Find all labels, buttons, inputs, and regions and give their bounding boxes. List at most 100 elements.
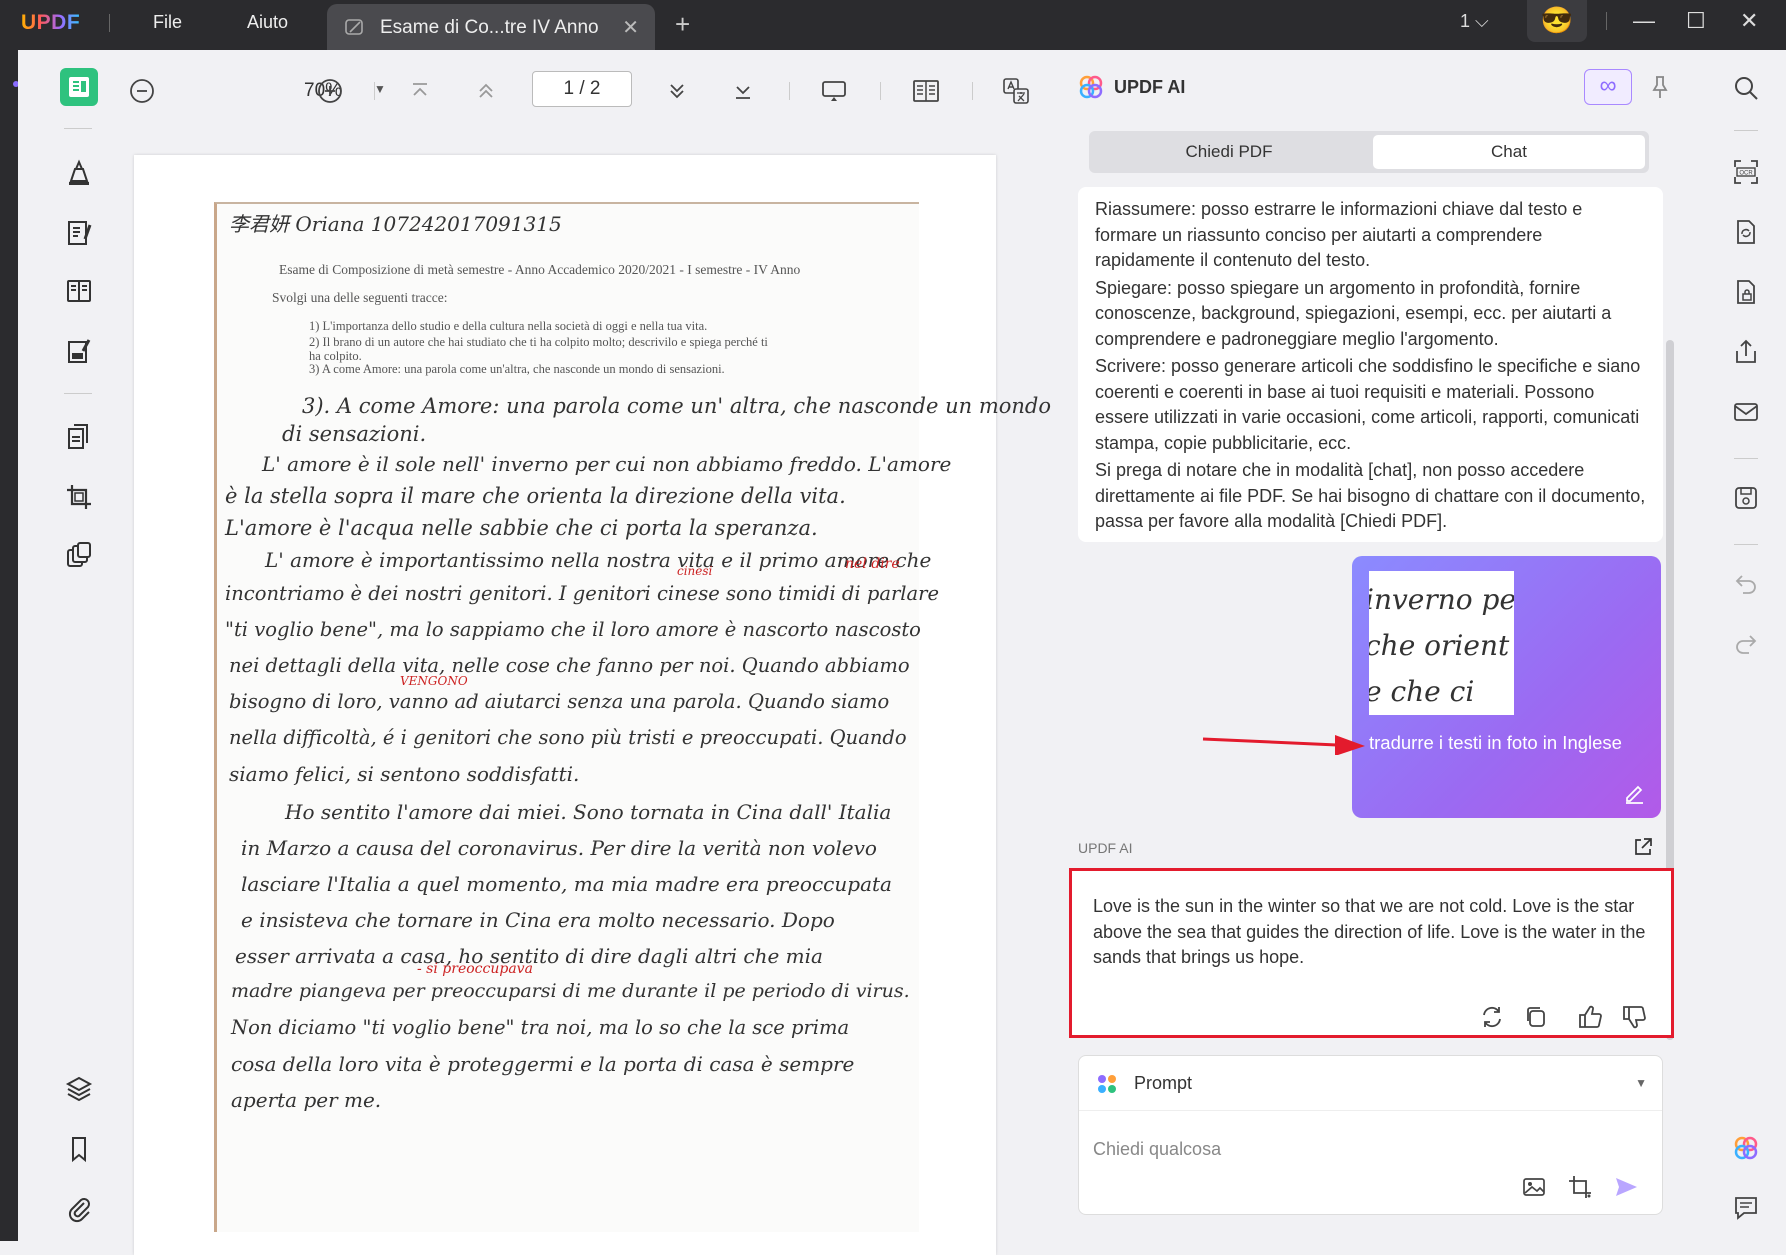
ai-message-paragraph: Spiegare: posso spiegare un argomento in… xyxy=(1095,277,1612,349)
last-page-button[interactable] xyxy=(729,77,757,105)
edit-message-icon[interactable] xyxy=(1623,782,1645,804)
tab-chiedi-pdf[interactable]: Chiedi PDF xyxy=(1093,135,1365,169)
document-viewer[interactable]: 李君妍 Oriana 107242017091315 Esame di Comp… xyxy=(104,130,1056,1255)
paperclip-icon xyxy=(68,1198,90,1223)
batch-button[interactable] xyxy=(60,536,98,574)
page-organize-button[interactable] xyxy=(60,272,98,310)
add-tab-button[interactable]: + xyxy=(675,9,690,40)
two-page-view-icon xyxy=(913,80,939,102)
chat-input[interactable] xyxy=(1093,1134,1573,1164)
page-number-input[interactable]: 1 / 2 xyxy=(532,71,632,107)
previous-page-button[interactable] xyxy=(472,77,500,105)
tab-close-icon[interactable]: ✕ xyxy=(622,15,639,40)
crop-button[interactable] xyxy=(60,478,98,516)
zoom-dropdown-icon[interactable]: ▼ xyxy=(374,82,386,96)
maximize-button[interactable]: ☐ xyxy=(1686,8,1706,34)
handwriting-line: bisogno di loro, vanno ad aiutarci senza… xyxy=(229,690,890,713)
convert-button[interactable] xyxy=(60,418,98,456)
edit-pdf-button[interactable] xyxy=(60,214,98,252)
thumbs-down-icon[interactable] xyxy=(1620,1003,1648,1031)
next-page-button[interactable] xyxy=(663,77,691,105)
save-icon[interactable] xyxy=(1732,484,1760,512)
reader-mode-button[interactable] xyxy=(60,68,98,106)
share-icon[interactable] xyxy=(1732,338,1760,366)
presentation-icon xyxy=(822,81,846,101)
red-arrow-annotation xyxy=(1202,735,1365,755)
handwriting-line: aperta per me. xyxy=(231,1088,382,1112)
attachment-button[interactable] xyxy=(60,1190,98,1228)
right-toolbar-separator xyxy=(1734,544,1758,545)
handwriting-line: di sensazioni. xyxy=(282,422,427,446)
zoom-out-icon xyxy=(130,79,154,103)
minimize-button[interactable]: — xyxy=(1633,8,1655,34)
menu-help[interactable]: Aiuto xyxy=(247,12,288,33)
ai-translation-answer: Love is the sun in the winter so that we… xyxy=(1069,868,1674,1038)
title-bar: UPDF File Aiuto Esame di Co...tre IV Ann… xyxy=(0,0,1786,50)
regenerate-icon[interactable] xyxy=(1478,1003,1506,1031)
handwriting-line: L' amore è il sole nell' inverno per cui… xyxy=(262,452,952,476)
crop-icon xyxy=(67,485,91,509)
ocr-icon[interactable]: OCR xyxy=(1732,158,1760,186)
zoom-out-button[interactable] xyxy=(128,77,156,105)
handwriting-line: e insisteva che tornare in Cina era molt… xyxy=(241,908,835,932)
right-toolbar-separator xyxy=(1734,130,1758,131)
translate-button[interactable] xyxy=(1002,77,1030,105)
layers-copy-icon xyxy=(67,542,91,567)
scanned-page-image: 李君妍 Oriana 107242017091315 Esame di Comp… xyxy=(214,202,1051,1232)
layers-button[interactable] xyxy=(60,1070,98,1108)
page-display-button[interactable] xyxy=(912,77,940,105)
exam-instruction: Svolgi una delle seguenti tracce: xyxy=(272,290,448,305)
handwriting-line: Non diciamo "ti voglio bene" tra noi, ma… xyxy=(231,1016,850,1039)
trace-line: 3) A come Amore: una parola come un'altr… xyxy=(309,362,725,376)
comment-list-icon[interactable] xyxy=(1732,1194,1760,1222)
bookmark-button[interactable] xyxy=(60,1130,98,1168)
left-toolbar-separator xyxy=(64,393,92,394)
protect-pdf-icon[interactable] xyxy=(1732,278,1760,306)
thumbs-up-icon[interactable] xyxy=(1576,1003,1604,1031)
handwriting-line: madre piangeva per preoccuparsi di me du… xyxy=(231,980,910,1002)
redo-icon[interactable] xyxy=(1732,630,1760,658)
unlimited-plan-button[interactable]: ∞ xyxy=(1584,69,1632,105)
reader-icon xyxy=(69,77,89,97)
copy-icon[interactable] xyxy=(1522,1003,1550,1031)
first-page-button[interactable] xyxy=(406,77,434,105)
convert-pdf-icon[interactable] xyxy=(1732,218,1760,246)
prompt-composer: Prompt ▼ xyxy=(1078,1055,1663,1215)
slideshow-button[interactable] xyxy=(820,77,848,105)
chevron-down-icon[interactable]: ▼ xyxy=(1635,1076,1647,1090)
updf-logo: UPDF xyxy=(21,11,81,34)
window-count-dropdown[interactable]: 1 ⌵ xyxy=(1460,11,1489,32)
zoom-in-button[interactable] xyxy=(316,77,344,105)
answer-text: Love is the sun in the winter so that we… xyxy=(1093,896,1646,967)
document-tab[interactable]: Esame di Co...tre IV Anno ✕ xyxy=(327,4,655,50)
open-external-icon[interactable] xyxy=(1632,836,1654,858)
form-tool-button[interactable] xyxy=(60,332,98,370)
user-image-thumbnail[interactable]: inverno per che orient e che ci xyxy=(1369,571,1514,715)
menu-file[interactable]: File xyxy=(153,12,182,33)
translate-icon xyxy=(1003,78,1029,104)
title-separator xyxy=(109,14,110,32)
handwriting-line: L' amore è importantissimo nella nostra … xyxy=(265,548,932,572)
search-icon[interactable] xyxy=(1732,74,1760,102)
tab-chat[interactable]: Chat xyxy=(1373,135,1645,169)
screenshot-crop-icon[interactable] xyxy=(1567,1174,1593,1200)
document-toolbar: 70% ▼ 1 / 2 xyxy=(104,50,1056,130)
image-upload-icon[interactable] xyxy=(1521,1174,1547,1200)
pin-icon[interactable] xyxy=(1650,75,1670,99)
send-icon[interactable] xyxy=(1613,1174,1639,1200)
updf-ai-icon[interactable] xyxy=(1732,1134,1760,1162)
handwriting-line: in Marzo a causa del coronavirus. Per di… xyxy=(241,836,877,860)
user-avatar[interactable]: 😎 xyxy=(1527,0,1587,42)
zoom-in-icon xyxy=(318,79,342,103)
email-icon[interactable] xyxy=(1732,398,1760,426)
thumbnail-text-line: e che ci xyxy=(1369,675,1475,708)
toolbar-separator xyxy=(880,82,881,100)
toolbar-separator xyxy=(972,82,973,100)
thumbnail-text-line: inverno per xyxy=(1369,583,1514,616)
undo-icon[interactable] xyxy=(1732,570,1760,598)
trace-line: 2) Il brano di un autore che hai studiat… xyxy=(309,335,768,349)
prompt-selector[interactable]: Prompt ▼ xyxy=(1079,1056,1662,1111)
close-window-button[interactable]: ✕ xyxy=(1740,8,1758,34)
comment-tool-button[interactable] xyxy=(60,154,98,192)
ai-message-paragraph: Si prega di notare che in modalità [chat… xyxy=(1095,460,1646,531)
